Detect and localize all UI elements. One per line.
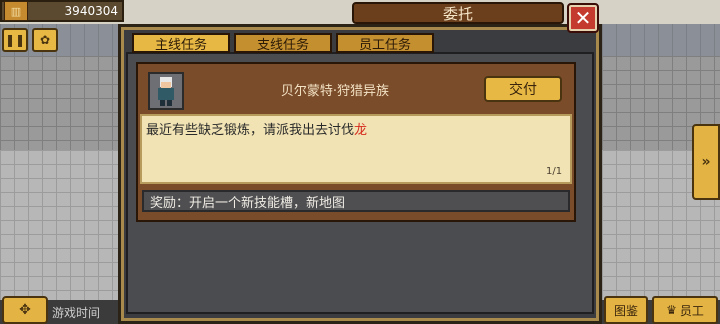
quest-description: 最近有些缺乏锻炼，请派我出去讨伐龙 (146, 119, 367, 138)
tab-main-quests[interactable]: 主线任务 (132, 33, 230, 53)
gear-icon: ✿ (39, 33, 51, 47)
submit-button[interactable]: 交付 (484, 76, 562, 102)
money-bag-icon: ▥ (4, 1, 28, 21)
game-time-label: 游戏时间 (52, 306, 101, 320)
page-indicator: 1/1 (546, 166, 563, 177)
codex-label: 图鉴 (613, 303, 638, 318)
quest-title: 贝尔蒙特·狩猎异族 (280, 84, 390, 99)
close-button[interactable]: ✕ (567, 3, 599, 33)
pause-icon: ❚❚ (4, 33, 26, 47)
tab-staff-quests[interactable]: 员工任务 (336, 33, 434, 53)
pause-button[interactable]: ❚❚ (2, 28, 28, 52)
money-value: 3940304 (64, 4, 118, 18)
crown-icon: ♛ (666, 303, 677, 317)
move-button[interactable]: ✥ (2, 296, 48, 324)
quest-target-highlight: 龙 (354, 123, 368, 138)
dialog-title: 委托 (352, 2, 564, 24)
quest-reward: 奖励：开启一个新技能槽，新地图 (142, 190, 570, 212)
money-display: ▥ 3940304 (0, 0, 124, 22)
quest-tabs: 主线任务 支线任务 员工任务 (132, 33, 434, 53)
staff-button[interactable]: ♛ 员工 (652, 296, 718, 324)
staff-label: 员工 (679, 303, 704, 318)
quest-description-text: 最近有些缺乏锻炼，请派我出去讨伐 (146, 123, 355, 138)
double-chevron-right-icon: » (701, 154, 711, 170)
quest-giver-portrait (148, 72, 184, 110)
character-avatar-icon (158, 77, 174, 106)
close-icon: ✕ (574, 6, 592, 30)
codex-button[interactable]: 图鉴 (604, 296, 648, 324)
expand-panel-button[interactable]: » (692, 124, 720, 200)
settings-button[interactable]: ✿ (32, 28, 58, 52)
move-arrows-icon: ✥ (19, 302, 31, 318)
tab-side-quests[interactable]: 支线任务 (234, 33, 332, 53)
